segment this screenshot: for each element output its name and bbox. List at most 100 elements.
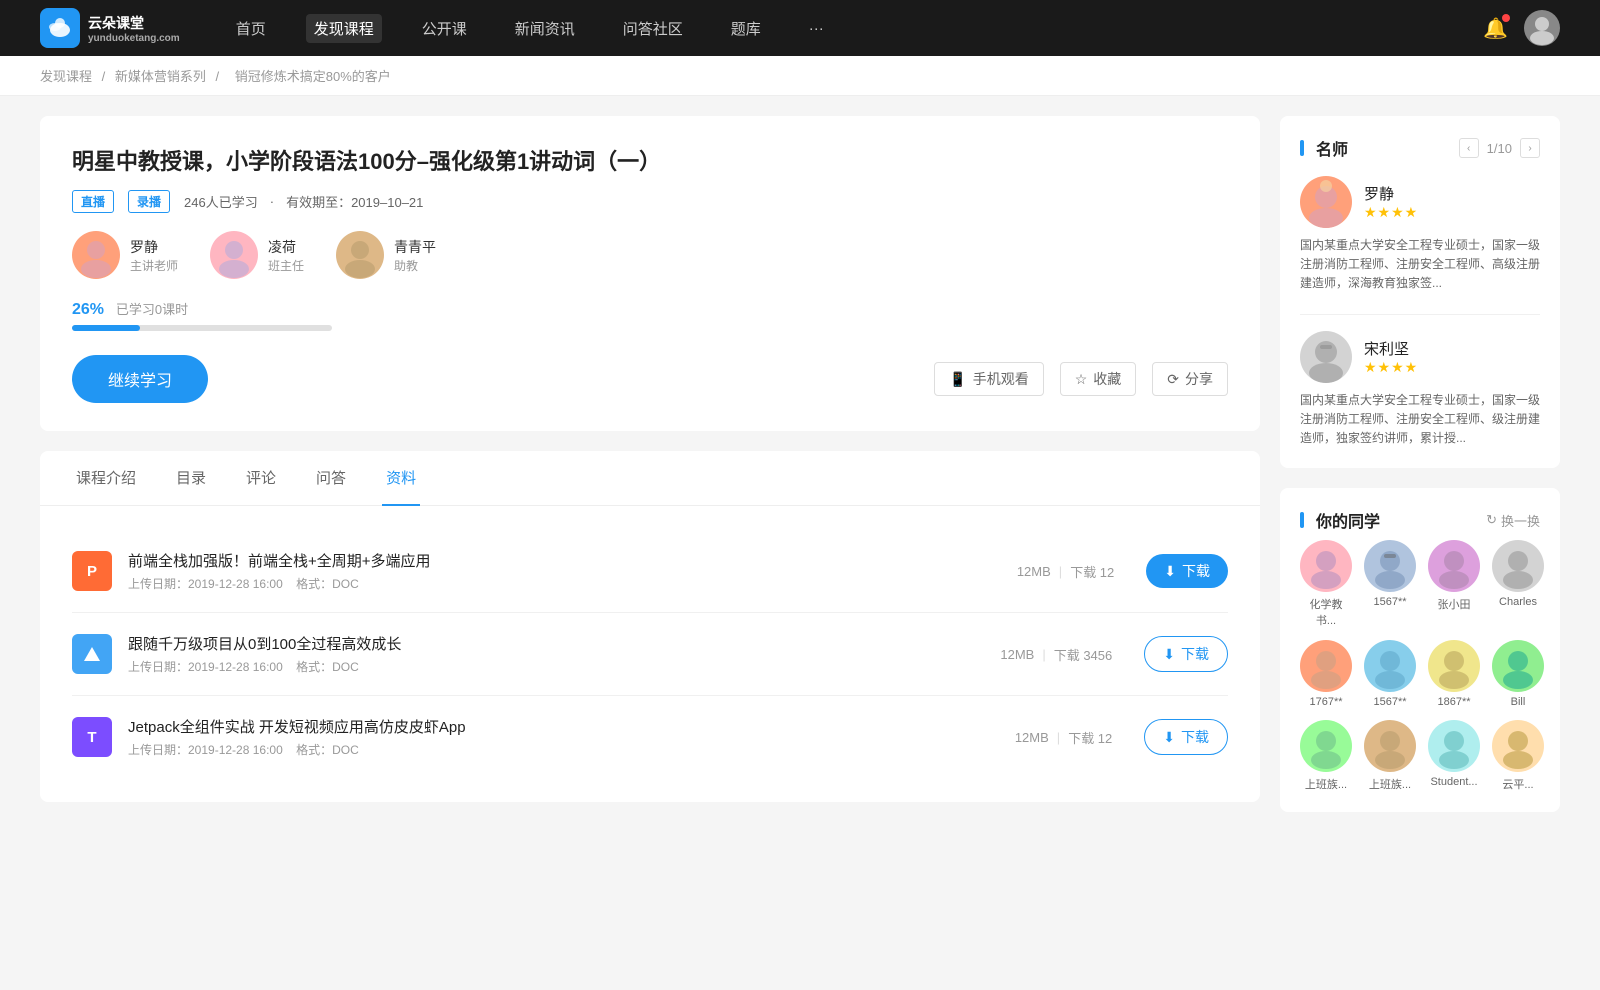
teacher-role-2: 助教 <box>394 257 436 274</box>
student-name-4: 1767** <box>1309 696 1342 708</box>
teacher-stars-0: ★★★★ <box>1364 204 1418 221</box>
teacher-name-1: 凌荷 <box>268 237 304 257</box>
tab-comments[interactable]: 评论 <box>242 451 280 506</box>
share-label: 分享 <box>1185 369 1213 389</box>
file-item-0: P 前端全栈加强版！前端全栈+全周期+多端应用 上传日期：2019-12-28 … <box>72 530 1228 613</box>
student-name-11: 云平... <box>1502 776 1533 792</box>
file-meta-2: 上传日期：2019-12-28 16:00 格式：DOC <box>128 741 983 758</box>
student-item-9: 上班族... <box>1364 720 1416 792</box>
nav-more[interactable]: ··· <box>801 16 832 41</box>
file-stats-2: 12MB | 下载 12 <box>1015 728 1112 747</box>
student-name-8: 上班族... <box>1305 776 1347 792</box>
file-meta-1: 上传日期：2019-12-28 16:00 格式：DOC <box>128 658 968 675</box>
students-panel: 你的同学 ↻ 换一换 化学教书... 156 <box>1280 488 1560 812</box>
main-layout: 明星中教授课，小学阶段语法100分–强化级第1讲动词（一） 直播 录播 246人… <box>0 96 1600 852</box>
badge-live: 直播 <box>72 190 114 213</box>
tabs-card: 课程介绍 目录 评论 问答 资料 P 前端全栈加强版！前端全栈+全周期+多端应用… <box>40 451 1260 802</box>
teachers-next-button[interactable]: › <box>1520 138 1540 158</box>
tab-intro[interactable]: 课程介绍 <box>72 451 140 506</box>
student-avatar-0 <box>1300 540 1352 592</box>
mobile-watch-button[interactable]: 📱 手机观看 <box>934 362 1043 396</box>
nav-qa[interactable]: 问答社区 <box>615 14 691 43</box>
mobile-watch-label: 手机观看 <box>973 369 1029 389</box>
breadcrumb-item-current: 销冠修炼术搞定80%的客户 <box>235 69 391 84</box>
progress-section: 26% 已学习0课时 <box>72 299 1228 331</box>
student-item-4: 1767** <box>1300 640 1352 708</box>
tab-qa[interactable]: 问答 <box>312 451 350 506</box>
panel-divider <box>1300 314 1540 315</box>
file-stats-0: 12MB | 下载 12 <box>1017 562 1114 581</box>
refresh-icon: ↻ <box>1486 512 1497 528</box>
teachers-panel-title: 名师 <box>1300 136 1348 160</box>
notification-dot <box>1502 14 1510 22</box>
breadcrumb-item-series[interactable]: 新媒体营销系列 <box>115 69 206 84</box>
course-meta: 直播 录播 246人已学习 · 有效期至：2019–10–21 <box>72 190 1228 213</box>
user-avatar[interactable] <box>1524 10 1560 46</box>
student-name-7: Bill <box>1511 696 1526 708</box>
refresh-students-button[interactable]: ↻ 换一换 <box>1486 511 1540 530</box>
nav-home[interactable]: 首页 <box>228 14 274 43</box>
students-panel-title: 你的同学 <box>1300 508 1380 532</box>
download-icon-2: ⬇ <box>1163 729 1175 746</box>
tab-catalog[interactable]: 目录 <box>172 451 210 506</box>
students-panel-header: 你的同学 ↻ 换一换 <box>1300 508 1540 532</box>
student-avatar-6 <box>1428 640 1480 692</box>
share-icon: ⟳ <box>1167 371 1179 388</box>
navbar: 云朵课堂 yunduoketang.com 首页 发现课程 公开课 新闻资讯 问… <box>0 0 1600 56</box>
file-icon-0: P <box>72 551 112 591</box>
nav-quiz[interactable]: 题库 <box>723 14 769 43</box>
download-button-1[interactable]: ⬇ 下载 <box>1144 636 1228 672</box>
teacher-item-1: 凌荷 班主任 <box>210 231 304 279</box>
student-name-5: 1567** <box>1373 696 1406 708</box>
file-info-0: 前端全栈加强版！前端全栈+全周期+多端应用 上传日期：2019-12-28 16… <box>128 550 985 592</box>
teacher-panel-desc-0: 国内某重点大学安全工程专业硕士，国家一级注册消防工程师、注册安全工程师、高级注册… <box>1300 236 1540 294</box>
nav-news[interactable]: 新闻资讯 <box>507 14 583 43</box>
students-title-bar-icon <box>1300 512 1304 528</box>
teacher-panel-item-1: 宋利坚 ★★★★ 国内某重点大学安全工程专业硕士，国家一级注册消防工程师、注册安… <box>1300 331 1540 449</box>
students-grid: 化学教书... 1567** 张小田 <box>1300 540 1540 792</box>
student-name-3: Charles <box>1499 596 1537 608</box>
student-avatar-7 <box>1492 640 1544 692</box>
teachers-panel: 名师 ‹ 1/10 › 罗静 ★★★ <box>1280 116 1560 468</box>
download-button-0[interactable]: ⬇ 下载 <box>1146 554 1228 588</box>
share-button[interactable]: ⟳ 分享 <box>1152 362 1228 396</box>
student-item-1: 1567** <box>1364 540 1416 628</box>
file-meta-0: 上传日期：2019-12-28 16:00 格式：DOC <box>128 575 985 592</box>
collect-button[interactable]: ☆ 收藏 <box>1060 362 1137 396</box>
teachers-panel-nav: ‹ 1/10 › <box>1459 138 1540 158</box>
student-name-1: 1567** <box>1373 596 1406 608</box>
download-icon-1: ⬇ <box>1163 646 1175 663</box>
student-name-6: 1867** <box>1437 696 1470 708</box>
notification-bell[interactable]: 🔔 <box>1483 16 1508 41</box>
download-button-2[interactable]: ⬇ 下载 <box>1144 719 1228 755</box>
teacher-role-1: 班主任 <box>268 257 304 274</box>
download-icon-0: ⬇ <box>1164 563 1176 580</box>
student-name-0: 化学教书... <box>1300 596 1352 628</box>
tab-resources[interactable]: 资料 <box>382 451 420 506</box>
student-avatar-3 <box>1492 540 1544 592</box>
nav-right: 🔔 <box>1483 10 1560 46</box>
course-card: 明星中教授课，小学阶段语法100分–强化级第1讲动词（一） 直播 录播 246人… <box>40 116 1260 431</box>
teacher-item-0: 罗静 主讲老师 <box>72 231 178 279</box>
valid-until: 有效期至：2019–10–21 <box>286 192 423 211</box>
student-avatar-1 <box>1364 540 1416 592</box>
teachers-row: 罗静 主讲老师 凌荷 班主任 <box>72 231 1228 279</box>
course-actions: 继续学习 📱 手机观看 ☆ 收藏 ⟳ 分享 <box>72 355 1228 403</box>
file-icon-2: T <box>72 717 112 757</box>
nav-discover[interactable]: 发现课程 <box>306 14 382 43</box>
teacher-name-0: 罗静 <box>130 237 178 257</box>
student-item-3: Charles <box>1492 540 1544 628</box>
progress-bar-fill <box>72 325 140 331</box>
site-logo[interactable]: 云朵课堂 yunduoketang.com <box>40 8 180 48</box>
student-item-0: 化学教书... <box>1300 540 1352 628</box>
continue-learning-button[interactable]: 继续学习 <box>72 355 208 403</box>
breadcrumb-item-discover[interactable]: 发现课程 <box>40 69 92 84</box>
student-avatar-11 <box>1492 720 1544 772</box>
action-buttons: 📱 手机观看 ☆ 收藏 ⟳ 分享 <box>934 362 1228 396</box>
teacher-avatar-2 <box>336 231 384 279</box>
teachers-prev-button[interactable]: ‹ <box>1459 138 1479 158</box>
file-name-0: 前端全栈加强版！前端全栈+全周期+多端应用 <box>128 550 985 571</box>
nav-open-course[interactable]: 公开课 <box>414 14 475 43</box>
file-stats-1: 12MB | 下载 3456 <box>1000 645 1112 664</box>
student-avatar-4 <box>1300 640 1352 692</box>
